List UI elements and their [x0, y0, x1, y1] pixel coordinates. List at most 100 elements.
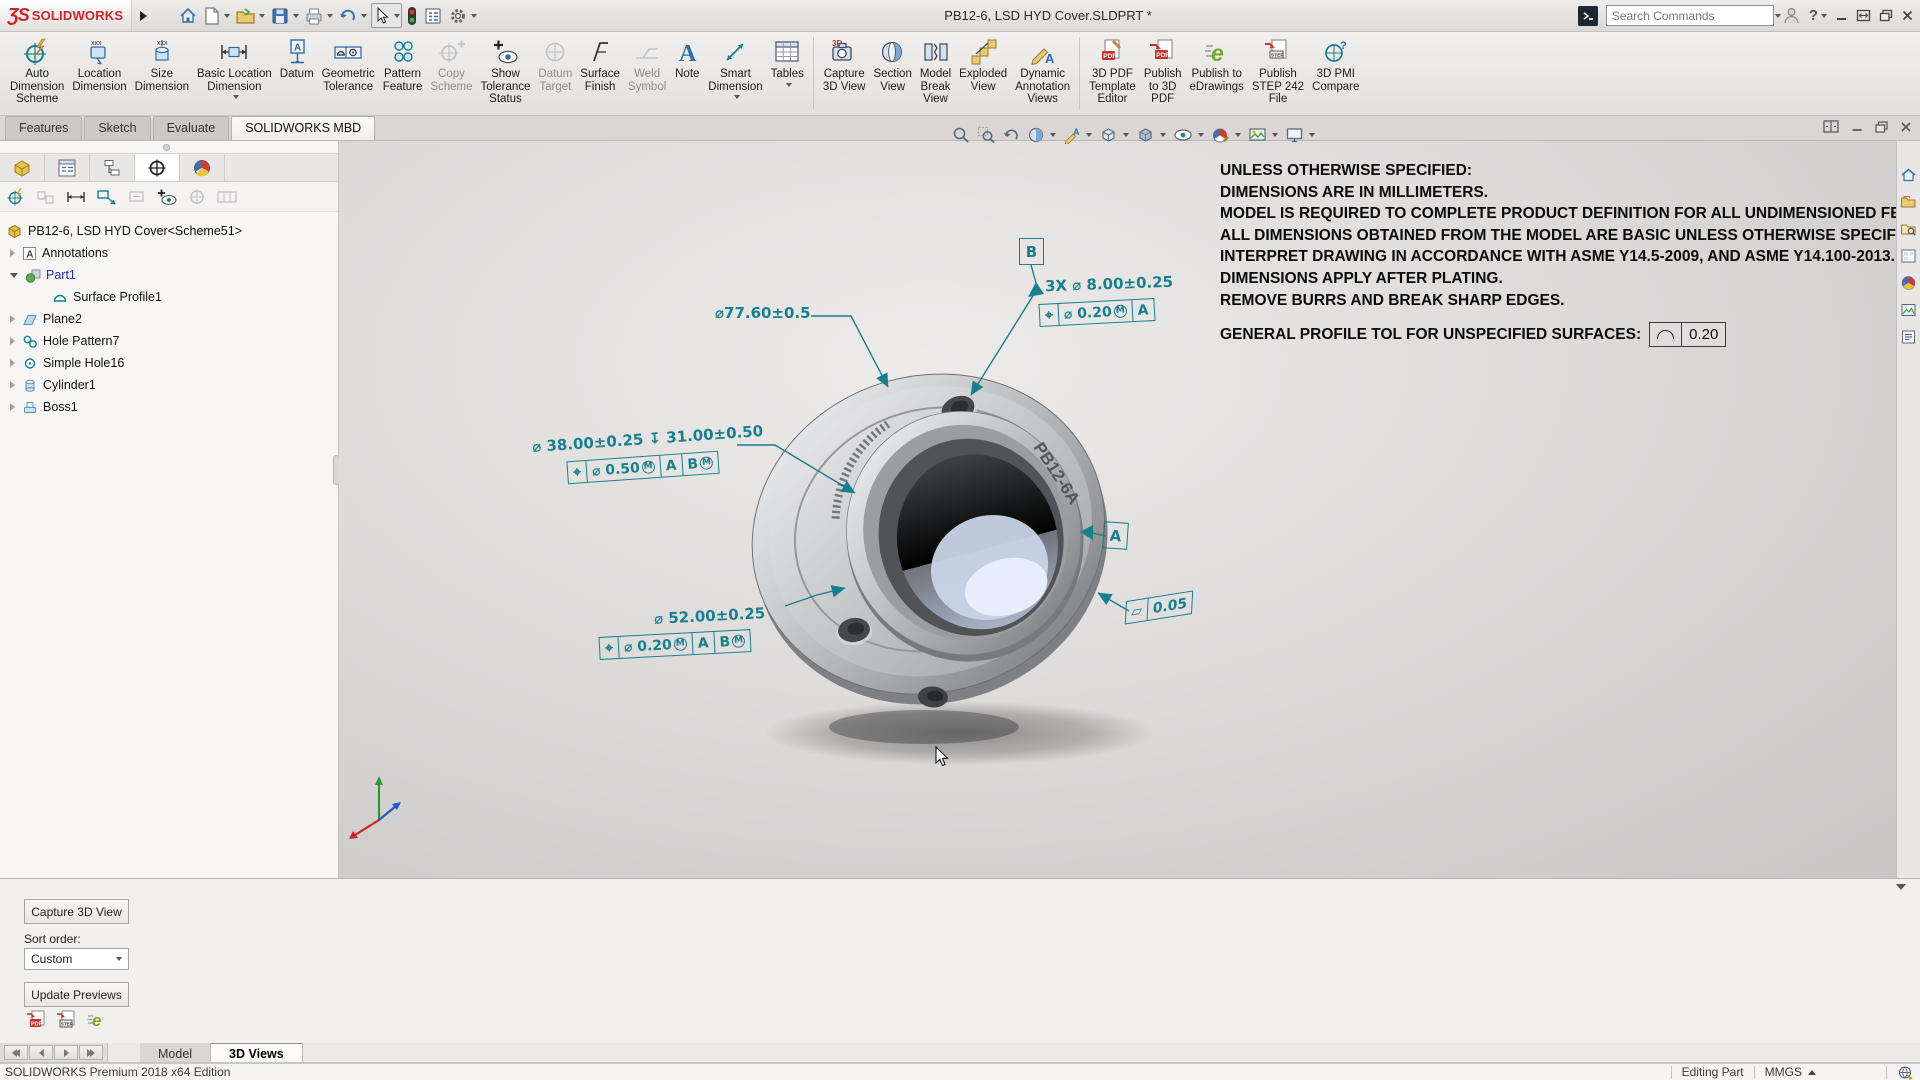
units-caret-icon[interactable] — [1808, 1070, 1816, 1075]
ribbon-button-tables[interactable]: Tables — [767, 34, 808, 88]
ribbon-button-auto-dimension-scheme[interactable]: Auto Dimension Scheme — [6, 34, 68, 107]
search-commands-box[interactable] — [1606, 5, 1774, 26]
tree-item-surface-profile1[interactable]: Surface Profile1 — [0, 286, 338, 308]
ribbon-button-3d-pmi-compare[interactable]: ?3D PMI Compare — [1308, 34, 1363, 94]
tab-featuremanager-tree[interactable] — [0, 154, 45, 181]
general-notes-annotation[interactable]: UNLESS OTHERWISE SPECIFIED: DIMENSIONS A… — [1220, 160, 1890, 347]
solidworks-logo[interactable]: ƷS SOLIDWORKS — [0, 0, 132, 31]
expand-arrow-icon[interactable] — [10, 381, 15, 389]
design-library-icon[interactable] — [1900, 194, 1917, 210]
appearances-icon[interactable] — [1900, 275, 1917, 291]
first-tab-button[interactable] — [4, 1045, 28, 1060]
cascade-windows-button[interactable] — [1879, 9, 1893, 22]
ribbon-button-show-tolerance-status[interactable]: Show Tolerance Status — [477, 34, 535, 107]
command-prompt-icon[interactable] — [1578, 6, 1598, 26]
ribbon-button-dynamic-annotation-views[interactable]: ADynamic Annotation Views — [1011, 34, 1074, 107]
resources-icon[interactable] — [1900, 167, 1917, 183]
ribbon-button-exploded-view[interactable]: Exploded View — [955, 34, 1011, 94]
dynamic-annotation-views-button[interactable]: A — [1063, 126, 1092, 144]
file-explorer-icon[interactable] — [1900, 221, 1917, 237]
open-button[interactable] — [234, 4, 266, 28]
properties-button[interactable] — [422, 4, 444, 28]
view-settings-button[interactable] — [1285, 126, 1315, 144]
edit-appearance-button[interactable] — [1211, 126, 1241, 144]
undo-button[interactable] — [337, 4, 368, 28]
next-tab-button[interactable] — [54, 1045, 78, 1060]
ribbon-button-model-break-view[interactable]: Model Break View — [916, 34, 955, 107]
pattern-dimension-icon[interactable] — [36, 187, 56, 207]
tree-item-boss1[interactable]: Boss1 — [0, 396, 338, 418]
close-button[interactable] — [1901, 9, 1914, 22]
new-document-button[interactable] — [202, 4, 231, 28]
ribbon-button-capture-3d-view[interactable]: 3DCapture 3D View — [819, 34, 870, 94]
restore-button[interactable] — [1856, 9, 1871, 22]
ribbon-button-geometric-tolerance[interactable]: Geometric Tolerance — [318, 34, 379, 94]
hide-show-items-button[interactable] — [1173, 126, 1204, 144]
publish-edrawings-icon[interactable]: e — [86, 1009, 107, 1030]
minimize-button[interactable] — [1835, 9, 1848, 22]
ribbon-button-pattern-feature[interactable]: Pattern Feature — [379, 34, 427, 94]
status-units[interactable]: MMGS — [1765, 1065, 1802, 1079]
ribbon-button-smart-dimension[interactable]: Smart Dimension — [704, 34, 766, 100]
user-account-button[interactable] — [1782, 6, 1801, 25]
tree-item-simple-hole16[interactable]: Simple Hole16 — [0, 352, 338, 374]
publish-step-icon[interactable]: STEP — [56, 1009, 77, 1030]
tab-3d-views[interactable]: 3D Views — [211, 1043, 303, 1062]
search-scope-caret-icon[interactable] — [1775, 14, 1781, 18]
panel-splitter-dot[interactable] — [163, 144, 170, 151]
tree-item-hole-pattern7[interactable]: Hole Pattern7 — [0, 330, 338, 352]
search-commands-input[interactable] — [1607, 9, 1772, 23]
select-button[interactable] — [371, 3, 402, 28]
tab-features[interactable]: Features — [5, 116, 82, 140]
ribbon-button-note[interactable]: ANote — [670, 34, 704, 82]
publish-3d-pdf-icon[interactable]: PDF — [26, 1009, 47, 1030]
options-button[interactable] — [447, 4, 478, 28]
ribbon-button-size-dimension[interactable]: xxxSize Dimension — [131, 34, 193, 94]
ribbon-button-publish-to-edrawings[interactable]: ePublish to eDrawings — [1186, 34, 1248, 94]
datum-target-icon[interactable] — [187, 187, 207, 207]
tab-evaluate[interactable]: Evaluate — [153, 116, 230, 140]
tree-item-plane2[interactable]: Plane2 — [0, 308, 338, 330]
home-button[interactable] — [177, 4, 199, 28]
tab-configuration-manager[interactable] — [90, 154, 135, 181]
last-tab-button[interactable] — [79, 1045, 103, 1060]
collapse-panel-icon[interactable] — [1896, 884, 1906, 890]
expand-arrow-icon[interactable] — [10, 337, 15, 345]
basic-dimension-icon[interactable] — [127, 187, 147, 207]
doc-restore-icon[interactable] — [1875, 121, 1888, 133]
sort-order-select[interactable]: Custom — [24, 948, 129, 970]
tab-solidworks-mbd[interactable]: SOLIDWORKS MBD — [231, 116, 375, 140]
expand-arrow-icon[interactable] — [10, 359, 15, 367]
scenes-icon[interactable] — [1900, 302, 1917, 318]
datum-b-label[interactable]: B — [1019, 238, 1044, 265]
zoom-area-button[interactable] — [977, 126, 995, 144]
tab-dimxpert-manager[interactable] — [135, 154, 180, 181]
tab-property-manager[interactable] — [45, 154, 90, 181]
expand-arrow-icon[interactable] — [10, 315, 15, 323]
tree-item-annotations[interactable]: A Annotations — [0, 242, 338, 264]
zoom-fit-button[interactable] — [952, 126, 970, 144]
view-orientation-button[interactable] — [1099, 126, 1129, 144]
ribbon-button-basic-location-dimension[interactable]: Basic Location Dimension — [193, 34, 276, 100]
display-style-button[interactable] — [1136, 126, 1166, 144]
tree-item-part1[interactable]: Part1 — [0, 264, 338, 286]
ribbon-button-surface-finish[interactable]: Surface Finish — [576, 34, 624, 94]
auto-dimension-icon[interactable] — [7, 187, 27, 207]
part-model[interactable]: PB12-6A — [710, 329, 1150, 750]
previous-view-button[interactable] — [1002, 126, 1020, 144]
prev-tab-button[interactable] — [29, 1045, 53, 1060]
collapse-arrow-icon[interactable] — [10, 273, 18, 278]
ribbon-button-publish-step-242[interactable]: STEPPublish STEP 242 File — [1248, 34, 1308, 107]
expand-arrow-icon[interactable] — [10, 403, 15, 411]
tolerance-frame-icon[interactable] — [216, 187, 238, 207]
tab-model[interactable]: Model — [140, 1043, 211, 1062]
location-dimension-icon[interactable] — [65, 187, 87, 207]
ribbon-button-location-dimension[interactable]: xxxLocation Dimension — [68, 34, 130, 94]
update-previews-button[interactable]: Update Previews — [24, 982, 129, 1007]
performance-button[interactable] — [405, 4, 419, 28]
ribbon-button-3d-pdf-template-editor[interactable]: PDF3D PDF Template Editor — [1085, 34, 1140, 107]
apply-scene-button[interactable] — [1248, 126, 1278, 144]
ribbon-button-datum[interactable]: ADatum — [276, 34, 318, 82]
tab-display-manager[interactable] — [180, 154, 225, 181]
section-view-button[interactable] — [1027, 126, 1056, 144]
